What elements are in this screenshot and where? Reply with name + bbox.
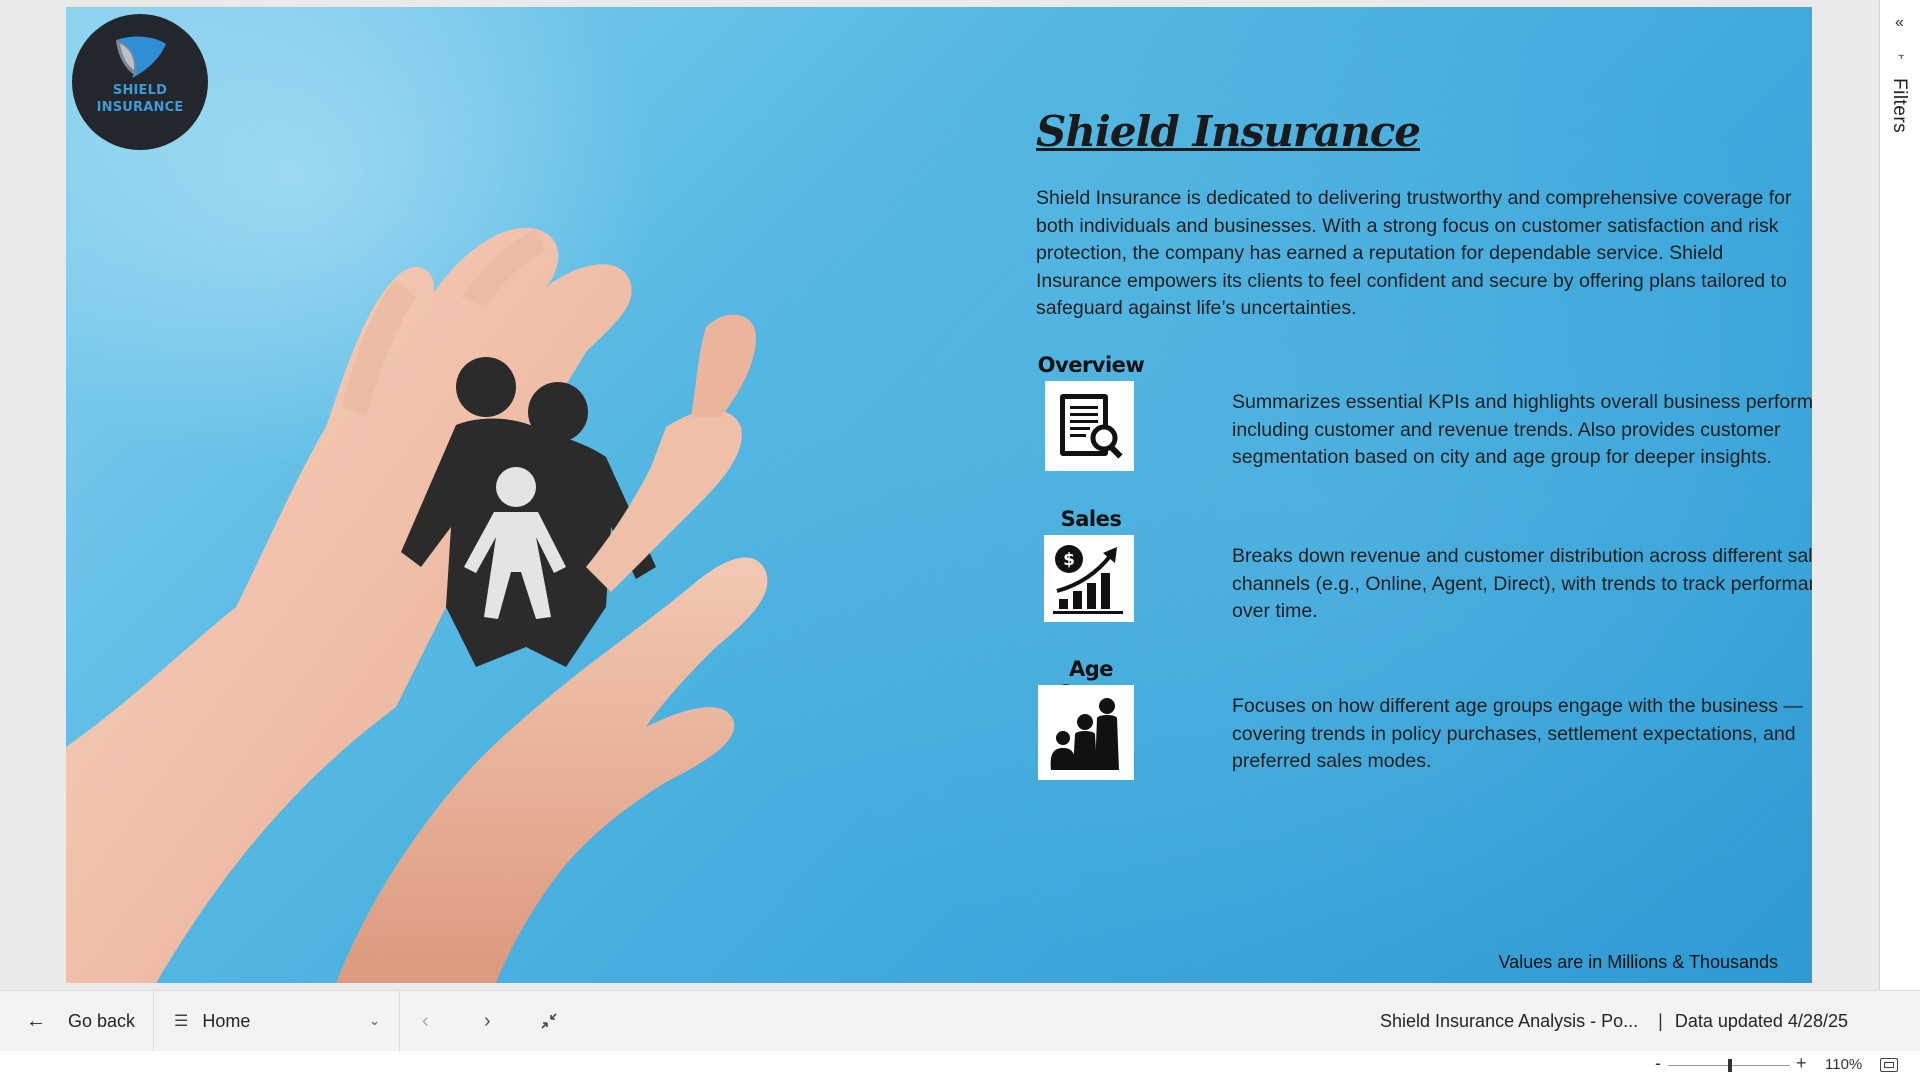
page-selector[interactable]: ☰ Home ⌄ xyxy=(174,991,380,1051)
zoom-level: 110% xyxy=(1825,1056,1863,1073)
age-group-description: Focuses on how different age groups enga… xyxy=(1232,695,1803,772)
exit-fullscreen-button[interactable] xyxy=(540,991,558,1051)
sales-description: Breaks down revenue and customer distrib… xyxy=(1232,545,1812,622)
values-note: Values are in Millions & Thousands xyxy=(1498,952,1778,972)
page-title: Shield Insurance xyxy=(1036,107,1421,156)
filters-pane[interactable]: « ⫟ Filters xyxy=(1879,0,1920,990)
filter-icon: ⫟ xyxy=(1898,50,1905,62)
bottom-navigation-bar: ← Go back ☰ Home ⌄ ‹ › Shield Insurance … xyxy=(0,990,1920,1051)
overview-icon-box[interactable] xyxy=(1045,381,1134,471)
shield-logo-icon xyxy=(116,36,166,78)
collapse-arrows-icon xyxy=(541,1013,557,1029)
overview-heading: Overview xyxy=(1037,353,1145,377)
svg-text:$: $ xyxy=(1063,550,1075,570)
chevron-left-icon: ‹ xyxy=(422,1009,429,1032)
report-canvas: SHIELD INSURANCE Shield Insurance Shield… xyxy=(66,7,1812,983)
overview-description: Summarizes essential KPIs and highlights… xyxy=(1232,391,1812,468)
report-name[interactable]: Shield Insurance Analysis - Po... xyxy=(1380,1011,1638,1032)
go-back-button[interactable]: ← Go back xyxy=(26,991,135,1051)
zoom-in-button[interactable]: + xyxy=(1796,1053,1807,1074)
go-back-label: Go back xyxy=(68,1010,136,1031)
logo-text-line1: SHIELD xyxy=(112,83,168,98)
zoom-out-button[interactable]: - xyxy=(1655,1053,1661,1074)
previous-page-button[interactable]: ‹ xyxy=(422,991,429,1051)
sales-icon-box[interactable]: $ xyxy=(1044,535,1134,622)
fit-to-page-icon[interactable] xyxy=(1880,1058,1898,1072)
current-page-label: Home xyxy=(202,1010,251,1031)
content-panel: Shield Insurance Shield Insurance is ded… xyxy=(1036,7,1812,983)
info-separator: | xyxy=(1658,1010,1663,1031)
intro-paragraph: Shield Insurance is dedicated to deliver… xyxy=(1036,187,1792,319)
divider xyxy=(153,991,154,1051)
chevron-down-icon: ⌄ xyxy=(369,1013,380,1028)
filters-label[interactable]: Filters xyxy=(1888,78,1910,133)
expand-filters-icon[interactable]: « xyxy=(1895,14,1904,32)
zoom-slider-thumb[interactable] xyxy=(1728,1059,1732,1072)
divider xyxy=(399,991,400,1051)
sales-growth-chart-icon: $ xyxy=(1053,544,1123,614)
logo-text-line2: INSURANCE xyxy=(96,100,184,115)
report-info: Shield Insurance Analysis - Po... | Data… xyxy=(1380,991,1848,1051)
shield-insurance-logo: SHIELD INSURANCE xyxy=(72,14,208,150)
document-search-icon xyxy=(1059,394,1123,459)
next-page-button[interactable]: › xyxy=(484,991,491,1051)
data-updated-label: Data updated 4/28/25 xyxy=(1674,1010,1848,1031)
age-group-icon-box[interactable] xyxy=(1038,685,1134,780)
hands-family-image xyxy=(66,227,768,983)
zoom-bar: - + 110% xyxy=(0,1051,1920,1080)
page-list-icon: ☰ xyxy=(174,1013,189,1030)
sales-heading: Sales xyxy=(1060,507,1122,531)
chevron-right-icon: › xyxy=(484,1009,491,1032)
family-group-icon xyxy=(1050,697,1119,770)
back-arrow-icon: ← xyxy=(26,1009,46,1032)
